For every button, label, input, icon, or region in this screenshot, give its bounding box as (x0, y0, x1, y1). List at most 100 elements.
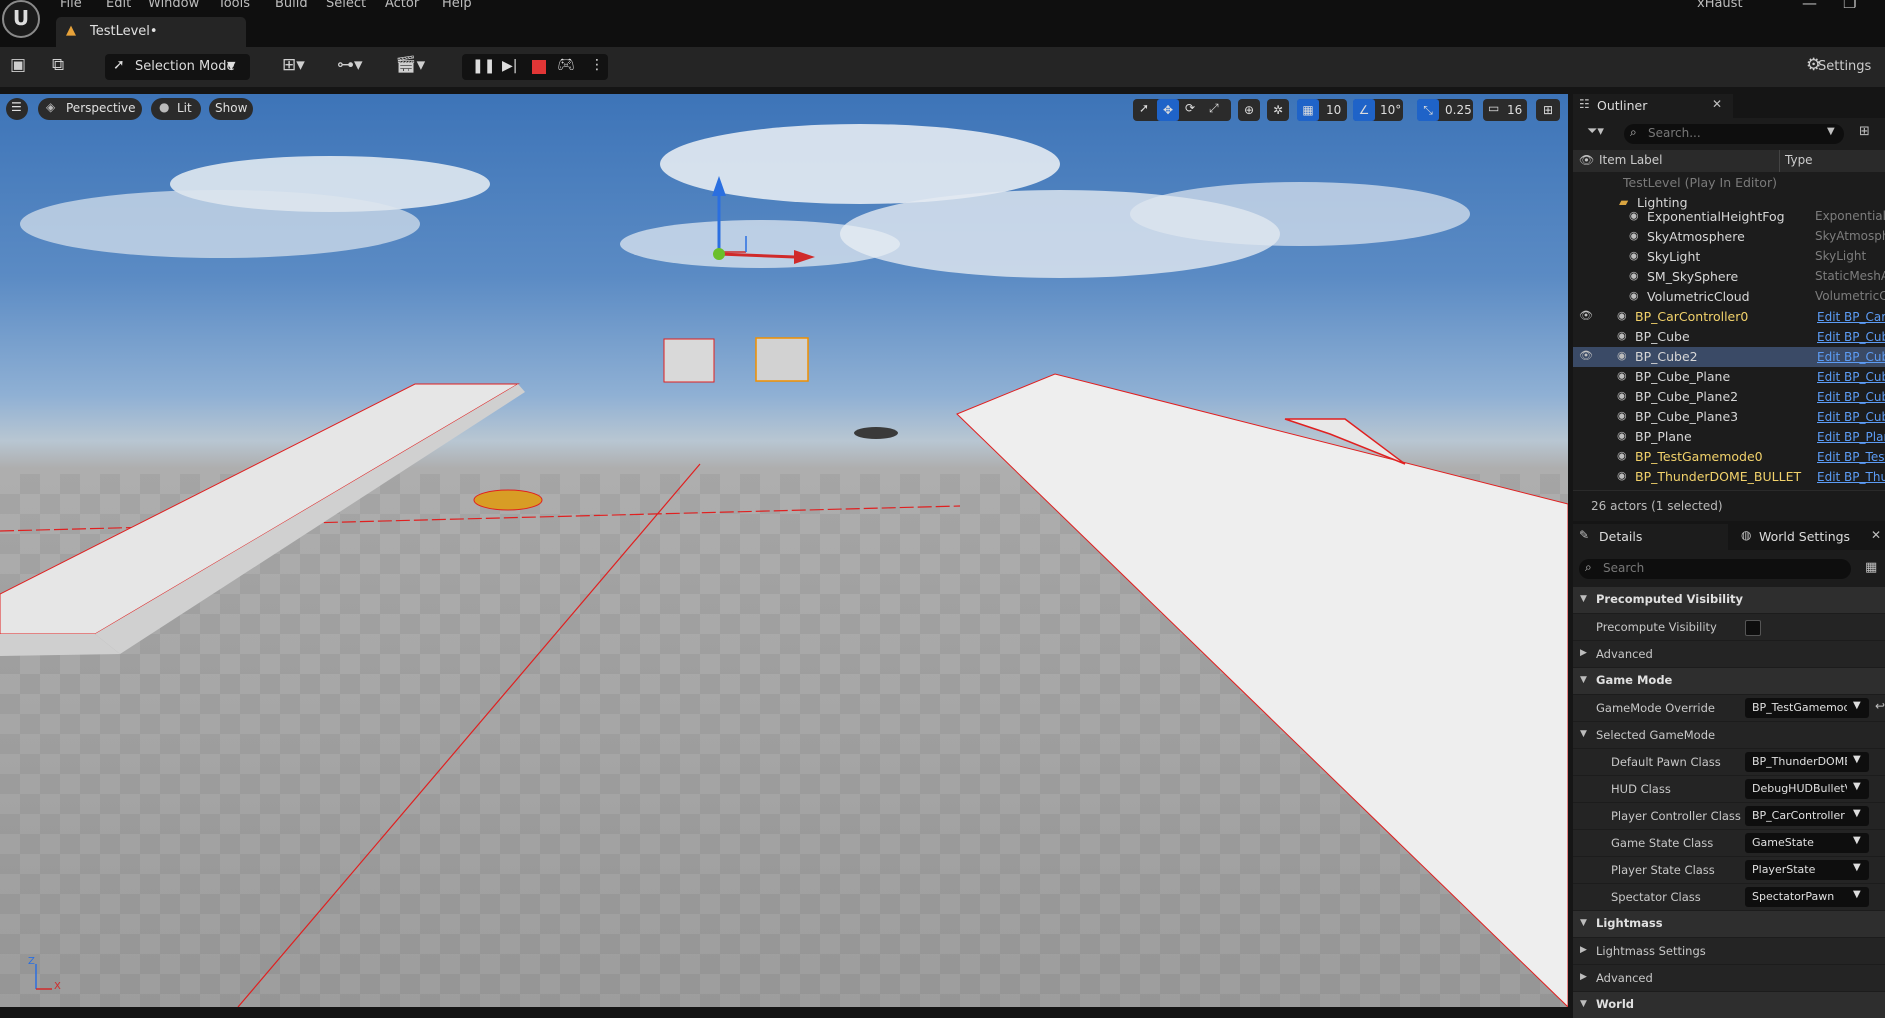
edit-blueprint-link[interactable]: Edit BP_Cube (1817, 390, 1885, 404)
cinematics-icon[interactable]: 🎬︎▾ (395, 55, 425, 75)
prop-label: Precompute Visibility (1596, 620, 1717, 634)
column-item-label[interactable]: Item Label (1599, 153, 1663, 167)
actor-icon: ◉ (1617, 389, 1627, 402)
class-combo[interactable]: SpectatorPawn ▼ (1745, 887, 1869, 907)
tab-outliner[interactable]: ☷ Outliner ✕ (1573, 94, 1733, 118)
scale-snap-control[interactable]: ⤡ 0.25 (1417, 99, 1473, 121)
visibility-icon[interactable]: 👁︎ (1579, 309, 1593, 322)
perspective-button[interactable]: ◈ Perspective (38, 98, 142, 120)
stop-icon[interactable] (532, 60, 546, 74)
prop-advanced-lightmass[interactable]: ▶ Advanced (1573, 965, 1885, 991)
close-icon[interactable]: ✕ (1871, 528, 1881, 542)
prop-advanced[interactable]: ▶ Advanced (1573, 641, 1885, 667)
outliner-row[interactable]: ◉ BP_ThunderDOME_BULLET Edit BP_ThunderDOM… (1573, 467, 1885, 487)
class-combo[interactable]: BP_ThunderDOME ▼ (1745, 752, 1869, 772)
chevron-down-icon: ▼ (1853, 700, 1861, 711)
surface-snap-icon[interactable]: ✲ (1267, 99, 1289, 121)
add-actor-icon[interactable]: ⊞▾ (282, 55, 305, 75)
scale-icon[interactable]: ⤢ (1209, 101, 1219, 116)
menu-actor[interactable]: Actor (385, 0, 419, 11)
menu-edit[interactable]: Edit (106, 0, 131, 11)
visibility-icon: 👁︎ (1579, 153, 1595, 167)
edit-blueprint-link[interactable]: Edit BP_Cube (1817, 370, 1885, 384)
prop-lightmass-settings[interactable]: ▶ Lightmass Settings (1573, 938, 1885, 964)
section-lightmass[interactable]: ▼ Lightmass (1573, 911, 1885, 937)
class-combo[interactable]: DebugHUDBulletV ▼ (1745, 779, 1869, 799)
minimize-icon[interactable]: — (1802, 0, 1817, 12)
class-combo[interactable]: GameState ▼ (1745, 833, 1869, 853)
prop-selected-gamemode[interactable]: ▼ Selected GameMode (1573, 722, 1885, 748)
selection-mode-button[interactable]: ➚ Selection Mode ▼ (105, 54, 250, 80)
blueprint-icon[interactable]: ⊶▾ (337, 55, 363, 75)
outliner-row[interactable]: ◉ BP_TestGamemode0 Edit BP_TestGamemode (1573, 447, 1885, 467)
outliner-row[interactable]: ◉ ExponentialHeightFog ExponentialHeightFo… (1573, 207, 1885, 227)
edit-blueprint-link[interactable]: Edit BP_Cube (1817, 410, 1885, 424)
outliner-row[interactable]: ◉ BP_Cube_Plane3 Edit BP_Cube (1573, 407, 1885, 427)
close-icon[interactable]: ✕ (1712, 97, 1722, 111)
edit-blueprint-link[interactable]: Edit BP_Plane (1817, 430, 1885, 444)
edit-blueprint-link[interactable]: Edit BP_TestGamemode (1817, 450, 1885, 464)
precompute-checkbox[interactable] (1745, 620, 1761, 636)
outliner-search[interactable]: ⌕ Search... ▼ (1624, 124, 1844, 144)
class-combo[interactable]: BP_CarController ▼ (1745, 806, 1869, 826)
pause-icon[interactable]: ❚❚ (472, 58, 495, 74)
section-world[interactable]: ▼ World (1573, 992, 1885, 1018)
layout-icon[interactable]: ⊞ (1536, 99, 1560, 121)
section-game-mode[interactable]: ▼ Game Mode (1573, 668, 1885, 694)
edit-blueprint-link[interactable]: Edit BP_Cube (1817, 350, 1885, 364)
outliner-row[interactable]: 👁︎ ◉ BP_CarController0 Edit BP_CarControlle… (1573, 307, 1885, 327)
menu-select[interactable]: Select (326, 0, 366, 11)
tree-row-level[interactable]: TestLevel (Play In Editor) (1573, 173, 1885, 193)
outliner-row[interactable]: ◉ BP_Cube Edit BP_Cube (1573, 327, 1885, 347)
step-icon[interactable]: ▶| (502, 58, 517, 74)
outliner-row[interactable]: ◉ SkyAtmosphere SkyAtmosphere (1573, 227, 1885, 247)
edit-blueprint-link[interactable]: Edit BP_CarController (1817, 310, 1885, 324)
more-options-icon[interactable]: ⋮ (590, 57, 604, 73)
lit-button[interactable]: ● Lit (151, 98, 201, 120)
table-view-icon[interactable]: ▦ (1865, 560, 1877, 575)
edit-blueprint-link[interactable]: Edit BP_ThunderDOME (1817, 470, 1885, 484)
filter-icon[interactable]: ⏷▾ (1587, 124, 1604, 139)
settings-button[interactable]: Settings (1818, 59, 1871, 74)
rotate-icon[interactable]: ⟳ (1185, 101, 1195, 115)
add-folder-icon[interactable]: ⊞ (1859, 124, 1870, 139)
camera-speed-control[interactable]: ▭ 16 (1483, 99, 1527, 121)
menu-help[interactable]: Help (442, 0, 472, 11)
tab-world-settings[interactable]: ◍ World Settings ✕ (1735, 524, 1885, 550)
viewport-menu-button[interactable]: ☰ (6, 98, 28, 120)
outliner-row[interactable]: ◉ SkyLight SkyLight (1573, 247, 1885, 267)
unreal-logo-icon[interactable]: U (2, 0, 40, 38)
visibility-icon[interactable]: 👁︎ (1579, 349, 1593, 362)
details-search[interactable]: ⌕ Search (1579, 559, 1851, 579)
outliner-row[interactable]: ◉ BP_Plane Edit BP_Plane (1573, 427, 1885, 447)
world-local-icon[interactable]: ⊕ (1238, 99, 1260, 121)
outliner-row[interactable]: ◉ VolumetricCloud VolumetricCloud (1573, 287, 1885, 307)
grid-snap-control[interactable]: ▦ 10 (1297, 99, 1347, 121)
rotate-snap-control[interactable]: ∠ 10° (1353, 99, 1403, 121)
tab-test-level[interactable]: ▲ TestLevel• (56, 17, 246, 47)
gamemode-override-combo[interactable]: BP_TestGamemode ▼ (1745, 698, 1869, 718)
menu-window[interactable]: Window (148, 0, 199, 11)
browse-icon[interactable]: ⧉ (52, 55, 64, 75)
details-tab-label: Details (1599, 529, 1643, 544)
edit-blueprint-link[interactable]: Edit BP_Cube (1817, 330, 1885, 344)
level-viewport[interactable]: Z X ☰ ◈ Perspective ● Lit Show ➚ ✥ ⟳ ⤢ ⊕… (0, 94, 1568, 1007)
class-combo[interactable]: PlayerState ▼ (1745, 860, 1869, 880)
outliner-row[interactable]: 👁︎ ◉ BP_Cube2 Edit BP_Cube (1573, 347, 1885, 367)
show-button[interactable]: Show (209, 98, 253, 120)
outliner-row[interactable]: ◉ BP_Cube_Plane2 Edit BP_Cube (1573, 387, 1885, 407)
select-icon[interactable]: ➚ (1139, 101, 1149, 115)
section-precomputed-visibility[interactable]: ▼ Precomputed Visibility (1573, 587, 1885, 613)
column-type[interactable]: Type (1785, 153, 1813, 167)
outliner-row[interactable]: ◉ SM_SkySphere StaticMeshActor (1573, 267, 1885, 287)
outliner-row[interactable]: ◉ BP_Cube_Plane Edit BP_Cube (1573, 367, 1885, 387)
menu-tools[interactable]: Tools (218, 0, 250, 11)
move-icon[interactable]: ✥ (1157, 99, 1179, 121)
menu-build[interactable]: Build (275, 0, 308, 11)
save-icon[interactable]: ▣ (10, 55, 26, 75)
tab-details[interactable]: ✎ Details (1573, 524, 1728, 550)
menu-file[interactable]: File (60, 0, 82, 11)
maximize-icon[interactable]: ❐ (1843, 0, 1856, 12)
reset-arrow-icon[interactable]: ↩ (1875, 699, 1885, 713)
possess-icon[interactable]: 🎮︎ (557, 57, 575, 73)
